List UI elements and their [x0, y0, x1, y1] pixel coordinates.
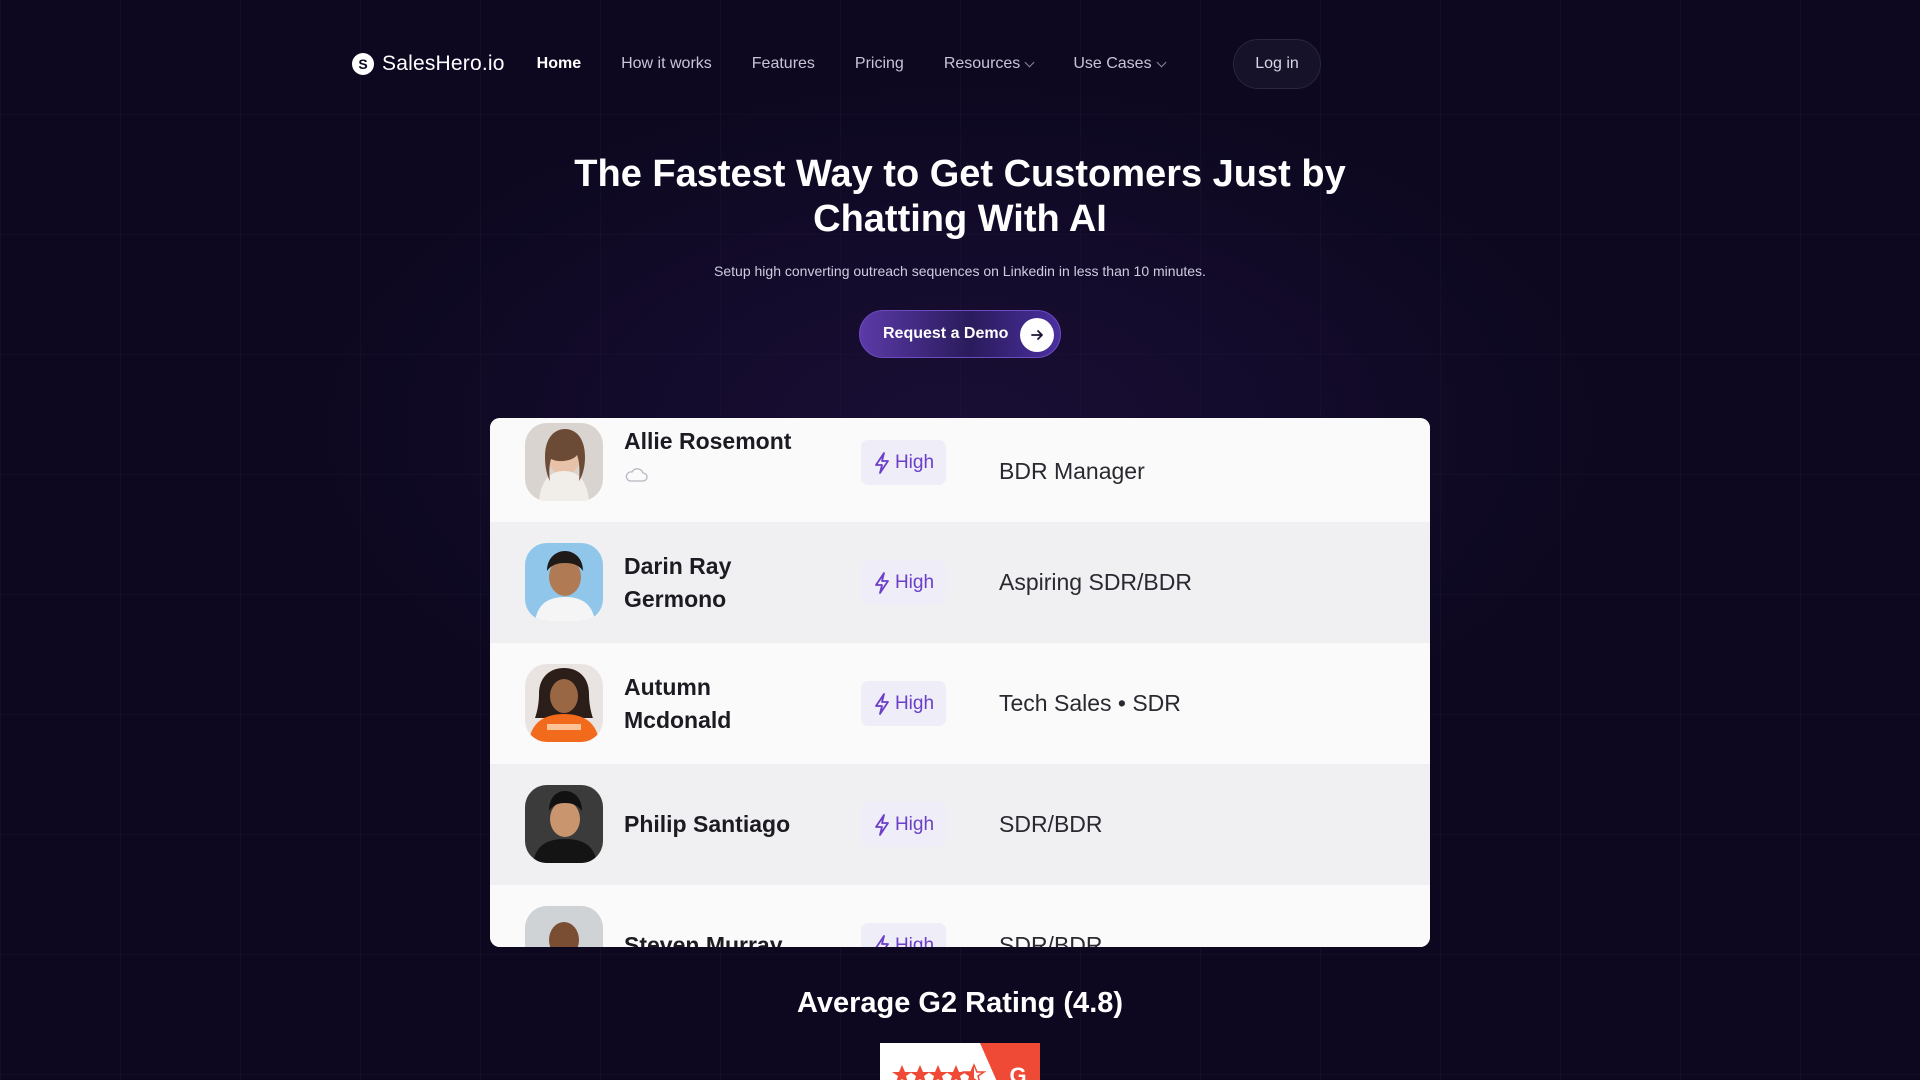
cloud-icon [624, 467, 648, 488]
nav-item-label: Use Cases [1073, 55, 1152, 72]
chevron-down-icon [1024, 57, 1035, 67]
nav-item-how-it-works[interactable]: How it works [621, 55, 712, 73]
nav-item-features[interactable]: Features [752, 55, 815, 73]
brand-name: SalesHero.io [382, 52, 505, 75]
nav-item-resources[interactable]: Resources [943, 55, 1035, 73]
svg-text:G: G [1009, 1063, 1026, 1080]
nav-item-label: Pricing [854, 55, 904, 72]
score-label: High [894, 934, 935, 948]
table-row[interactable]: Steven Murray High SDR/BDR [490, 885, 1430, 947]
g2-rating-stars-icon: G [892, 1043, 1040, 1080]
leads-table: Allie Rosemont High BDR Manager Darin Ra… [490, 418, 1430, 947]
score-label: High [894, 571, 935, 593]
score-badge: High [861, 681, 946, 726]
g2-badge[interactable]: G [880, 1043, 1040, 1080]
login-button[interactable]: Log in [1233, 39, 1321, 89]
score-label: High [894, 813, 935, 835]
lead-role: Tech Sales • SDR [999, 690, 1181, 716]
hero-subtitle: Setup high converting outreach sequences… [714, 263, 1206, 279]
nav-item-use-cases[interactable]: Use Cases [1073, 55, 1167, 73]
chevron-down-icon [1156, 57, 1167, 67]
avatar [525, 906, 603, 947]
nav-item-pricing[interactable]: Pricing [855, 55, 904, 73]
lead-role: BDR Manager [999, 458, 1145, 484]
score-badge: High [861, 802, 946, 847]
brand-mark-icon: S [352, 53, 374, 75]
score-label: High [894, 692, 935, 714]
lead-role: Aspiring SDR/BDR [999, 569, 1192, 595]
brand-logo[interactable]: S SalesHero.io [352, 52, 505, 76]
score-badge: High [861, 923, 946, 947]
request-demo-button[interactable]: Request a Demo [859, 310, 1061, 358]
nav-item-label: How it works [621, 55, 712, 72]
score-badge: High [861, 560, 946, 605]
lightning-icon [875, 813, 889, 836]
nav-item-label: Resources [943, 55, 1021, 72]
nav-item-label: Home [536, 55, 582, 72]
request-demo-label: Request a Demo [883, 325, 1009, 342]
lead-name: Allie Rosemont [624, 428, 792, 454]
lightning-icon [875, 571, 889, 594]
table-row[interactable]: Philip Santiago High SDR/BDR [490, 764, 1430, 885]
lead-role: SDR/BDR [999, 811, 1103, 837]
lead-name: Philip Santiago [624, 811, 791, 837]
lightning-icon [875, 934, 889, 947]
table-row[interactable]: Autumn Mcdonald High Tech Sales • SDR [490, 643, 1430, 764]
nav-item-label: Features [751, 55, 815, 72]
score-label: High [894, 451, 935, 473]
avatar [525, 543, 603, 621]
score-badge: High [861, 440, 946, 485]
hero-title-line-1: The Fastest Way to Get Customers Just by [574, 153, 1346, 195]
g2-rating-title: Average G2 Rating (4.8) [796, 987, 1124, 1019]
hero-title: The Fastest Way to Get Customers Just by… [0, 152, 1920, 242]
avatar [525, 423, 603, 501]
arrow-right-icon [1020, 318, 1054, 352]
table-row[interactable]: Darin Ray Germono High Aspiring SDR/BDR [490, 522, 1430, 643]
lead-name: Steven Murray [624, 932, 783, 947]
lead-name: Autumn Mcdonald [624, 674, 732, 733]
top-nav: S SalesHero.io Home How it works Feature… [352, 39, 1205, 89]
lead-name: Darin Ray Germono [624, 553, 732, 612]
lead-role: SDR/BDR [999, 932, 1103, 947]
avatar [525, 785, 603, 863]
lightning-icon [875, 451, 889, 474]
avatar [525, 664, 603, 742]
table-row[interactable]: Allie Rosemont High BDR Manager [490, 418, 1430, 534]
lightning-icon [875, 692, 889, 715]
hero-title-line-2: Chatting With AI [813, 198, 1107, 240]
nav-item-home[interactable]: Home [537, 55, 581, 73]
